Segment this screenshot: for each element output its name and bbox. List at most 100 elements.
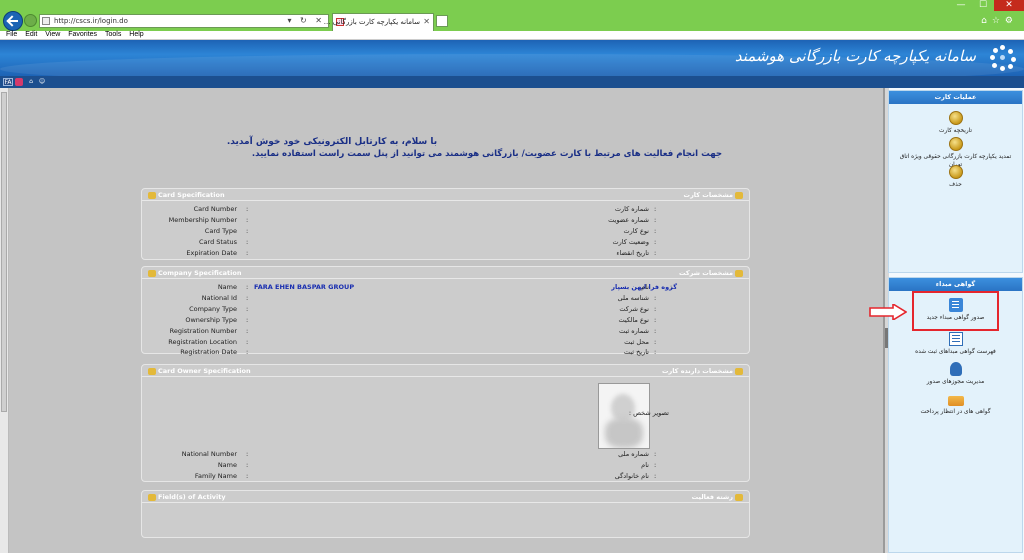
field-label-fa: تاریخ ثبت — [623, 348, 649, 356]
site-header: سامانه یکپارچه کارت بازرگانی هوشمند — [0, 40, 1024, 76]
home-icon[interactable]: ⌂ — [27, 78, 35, 86]
card-type-row: Card Type:: نوع کارت — [204, 227, 657, 235]
field-label-fa: وضعیت کارت — [612, 238, 649, 246]
users-icon[interactable]: ☺ — [38, 78, 46, 86]
field-label-en: Ownership Type — [185, 316, 237, 324]
favorites-star-icon[interactable]: ☆ — [992, 16, 1005, 26]
highlight-box — [912, 291, 999, 331]
owner-name-row: Name:: نام — [217, 461, 657, 469]
panel-title-en: Card Owner Specification — [158, 367, 251, 375]
home-icon[interactable]: ⌂ — [981, 16, 992, 26]
registered-certificates-link[interactable]: فهرست گواهی مبداهای ثبت شده — [889, 332, 1022, 356]
welcome-line-2: جهت انجام فعالیت های مرتبط با کارت عضویت… — [251, 149, 723, 159]
language-toggle[interactable]: FA — [3, 78, 13, 86]
panel-title-fa: مشخصات دارنده کارت — [661, 367, 733, 375]
field-label-fa: نام — [641, 283, 649, 291]
panel-title-en: Company Specification — [158, 269, 242, 277]
sidebar-item-label: تاریخچه کارت — [938, 128, 972, 134]
menu-edit[interactable]: Edit — [25, 31, 37, 39]
activity-panel: Field(s) of Activity رشته فعالیت — [141, 490, 750, 538]
card-spec-panel: Card Specification مشخصات کارت Card Numb… — [141, 188, 750, 260]
welcome-line-1: با سلام، به کارتابل الکترونیکی خود خوش آ… — [226, 137, 438, 147]
address-bar[interactable]: http://cscs.ir/login.do ▾ ↻ ✕ — [39, 14, 329, 28]
folder-icon — [148, 493, 156, 501]
menu-favorites[interactable]: Favorites — [68, 31, 97, 39]
field-label-fa: محل ثبت — [624, 338, 649, 346]
menu-bar: File Edit View Favorites Tools Help — [0, 31, 1024, 40]
folder-icon — [148, 367, 156, 375]
membership-number-row: Membership Number:: شماره عضویت — [168, 216, 657, 224]
minimize-icon[interactable]: — — [950, 0, 972, 11]
panel-title-en: Card Specification — [158, 191, 225, 199]
tab-close-icon[interactable]: ✕ — [423, 17, 430, 26]
card-history-link[interactable]: تاریخچه کارت — [889, 111, 1022, 135]
card-status-row: Card Status:: وضعیت کارت — [199, 238, 657, 246]
back-button[interactable] — [3, 11, 23, 31]
field-label-en: Company Type — [189, 305, 237, 313]
company-type-row: Company Type:: نوع شرکت — [189, 305, 657, 313]
left-scrollbar[interactable] — [0, 88, 9, 553]
field-label-en: Registration Location — [168, 338, 237, 346]
field-label-en: Card Number — [193, 205, 237, 213]
browser-tab[interactable]: سامانه یکپارچه کارت بازرگانی ... ✕ — [324, 13, 434, 31]
window-controls: — ☐ ✕ — [950, 0, 1024, 12]
field-label-fa: نام — [641, 461, 649, 469]
manage-permits-link[interactable]: مدیریت مجوزهای صدور — [889, 362, 1022, 386]
company-name-row: Name: FARA EHEN BASPAR GROUP گروه فرا ای… — [217, 283, 677, 291]
coins-icon — [948, 137, 963, 151]
browser-right-icons: ⌂☆⚙ — [981, 16, 1018, 26]
ownership-type-row: Ownership Type:: نوع مالکیت — [185, 316, 657, 324]
panel-title-en: Field(s) of Activity — [158, 493, 226, 501]
folder-icon — [148, 269, 156, 277]
field-label-en: Name — [217, 283, 237, 291]
registration-number-row: Registration Number:: شماره ثبت — [169, 327, 657, 335]
panel-header: Card Owner Specification مشخصات دارنده ک… — [142, 365, 749, 377]
field-label-en: Family Name — [194, 472, 237, 480]
registration-date-row: Registration Date:: تاریخ ثبت — [180, 348, 657, 356]
field-label-fa: شماره کارت — [614, 205, 649, 213]
maximize-icon[interactable]: ☐ — [972, 0, 994, 11]
coins-icon — [948, 165, 963, 179]
menu-view[interactable]: View — [45, 31, 60, 39]
company-name-en-value: FARA EHEN BASPAR GROUP — [254, 283, 355, 291]
browser-chrome: http://cscs.ir/login.do ▾ ↻ ✕ سامانه یکپ… — [0, 0, 1024, 31]
panel-header: Company Specification مشخصات شرکت — [142, 267, 749, 279]
settings-gear-icon[interactable]: ⚙ — [1005, 16, 1018, 26]
payment-card-icon — [947, 396, 964, 406]
menu-file[interactable]: File — [6, 31, 17, 39]
sidebar-item-label: مدیریت مجوزهای صدور — [926, 379, 985, 385]
field-label-fa: نوع مالکیت — [618, 316, 650, 324]
panel-title-fa: رشته فعالیت — [691, 493, 733, 501]
folder-icon — [148, 191, 156, 199]
folder-icon — [735, 367, 743, 375]
close-window-icon[interactable]: ✕ — [994, 0, 1024, 11]
menu-help[interactable]: Help — [129, 31, 143, 39]
field-label-en: Card Status — [199, 238, 237, 246]
registration-location-row: Registration Location:: محل ثبت — [168, 338, 657, 346]
address-controls[interactable]: ▾ ↻ ✕ — [287, 16, 325, 25]
pending-payment-link[interactable]: گواهی های در انتظار پرداخت — [889, 396, 1022, 416]
field-label-en: Membership Number — [168, 216, 237, 224]
national-number-row: National Number:: شماره ملی — [181, 450, 657, 458]
panel-title-fa: مشخصات کارت — [683, 191, 733, 199]
panel-title-fa: مشخصات شرکت — [678, 269, 733, 277]
instagram-icon[interactable] — [15, 78, 23, 86]
forward-button[interactable] — [24, 14, 37, 27]
scroll-thumb[interactable] — [1, 92, 7, 412]
page-icon — [42, 17, 50, 25]
site-toolbar: FA ⌂ ☺ — [0, 76, 1024, 88]
field-label-en: Expiration Date — [186, 249, 237, 257]
field-label-fa: تاریخ انقضاء — [616, 249, 649, 257]
delete-link[interactable]: حذف — [889, 165, 1022, 189]
menu-tools[interactable]: Tools — [105, 31, 121, 39]
new-tab-button[interactable] — [436, 15, 448, 27]
card-operations-group: عملیات کارت تاریخچه کارت تمدید یکپارچه ک… — [888, 90, 1023, 273]
owner-photo-label: تصویر شخص : — [628, 409, 669, 417]
sidebar-item-label: فهرست گواهی مبداهای ثبت شده — [915, 349, 996, 355]
main-content: با سلام، به کارتابل الکترونیکی خود خوش آ… — [9, 88, 885, 553]
field-label-en: National Number — [181, 450, 237, 458]
field-label-fa: نوع کارت — [623, 227, 649, 235]
field-label-fa: نوع شرکت — [619, 305, 649, 313]
field-label-en: Card Type — [204, 227, 237, 235]
card-number-row: Card Number:: شماره کارت — [193, 205, 657, 213]
